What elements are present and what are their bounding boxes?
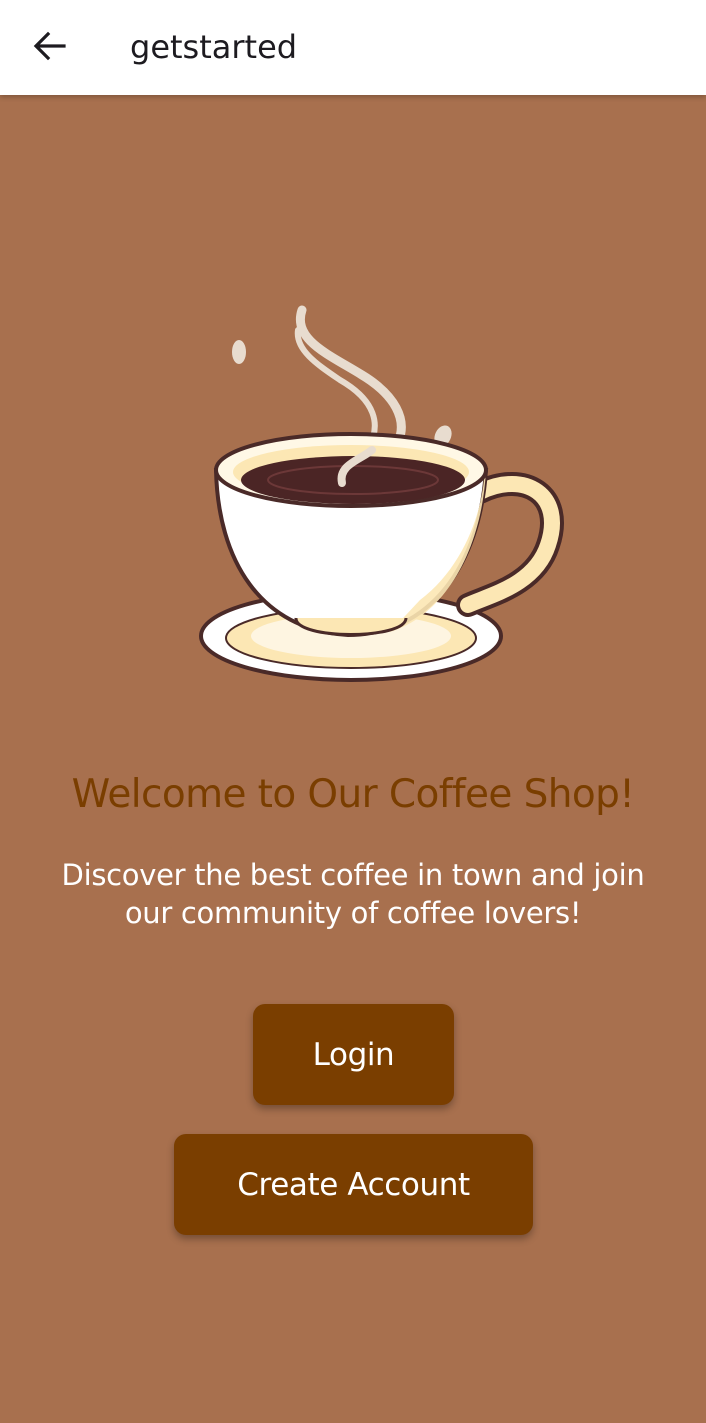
- login-button[interactable]: Login: [253, 1004, 454, 1105]
- arrow-left-icon: [33, 31, 66, 61]
- welcome-title: Welcome to Our Coffee Shop!: [71, 772, 635, 817]
- create-account-button[interactable]: Create Account: [174, 1134, 533, 1235]
- back-button[interactable]: [18, 18, 82, 74]
- page-title: getstarted: [130, 28, 298, 66]
- coffee-cup-illustration: [199, 305, 564, 682]
- cup: [213, 432, 564, 638]
- app-bar: getstarted: [0, 0, 706, 95]
- get-started-screen: getstarted Welcome to Our Coffee Shop! D…: [0, 0, 706, 1423]
- welcome-description: Discover the best coffee in town and joi…: [61, 858, 645, 930]
